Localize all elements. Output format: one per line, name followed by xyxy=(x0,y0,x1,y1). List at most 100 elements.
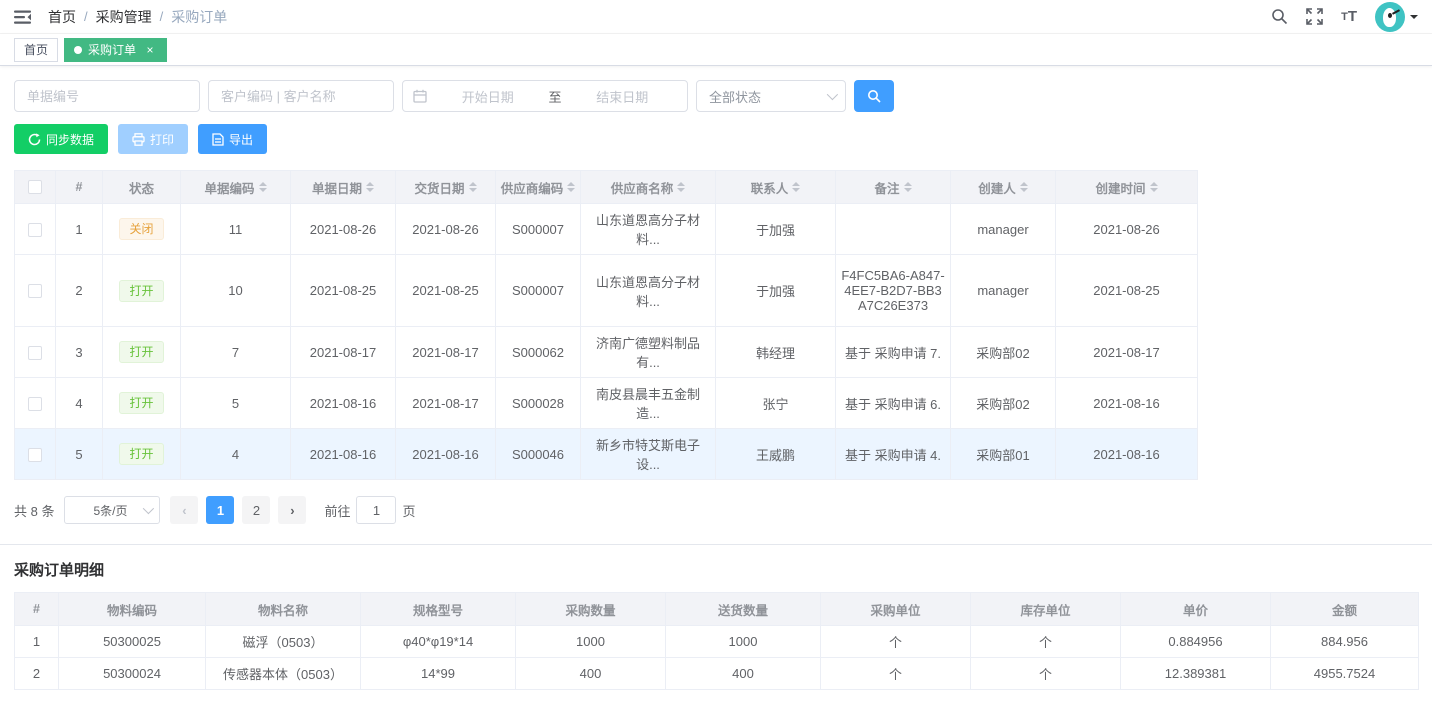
sort-icon[interactable] xyxy=(366,178,374,196)
cell-material-name: 传感器本体（0503） xyxy=(206,658,361,690)
search-button[interactable] xyxy=(854,80,894,112)
cell-status: 打开 xyxy=(103,255,181,327)
cell-supplier-name: 山东道恩高分子材料... xyxy=(581,255,716,327)
row-checkbox[interactable] xyxy=(28,397,42,411)
orders-table: # 状态 单据编码 单据日期 交货日期 供应商编码 供应商名称 联系人 备注 创… xyxy=(14,170,1198,480)
status-select[interactable]: 全部状态 xyxy=(696,80,846,112)
sort-icon[interactable] xyxy=(1020,178,1028,196)
status-select-value: 全部状态 xyxy=(709,87,827,106)
end-date-placeholder[interactable]: 结束日期 xyxy=(568,87,678,106)
next-page-button[interactable]: › xyxy=(278,496,306,524)
order-row[interactable]: 4 打开 5 2021-08-16 2021-08-17 S000028 南皮县… xyxy=(15,378,1198,429)
cell-amount: 884.956 xyxy=(1271,626,1419,658)
detail-header-row: # 物料编码 物料名称 规格型号 采购数量 送货数量 采购单位 库存单位 单价 … xyxy=(15,593,1419,626)
cell-delivery-date: 2021-08-26 xyxy=(396,204,496,255)
cell-supplier-name: 新乡市特艾斯电子设... xyxy=(581,429,716,480)
search-icon[interactable] xyxy=(1271,8,1288,25)
goto-page-input[interactable] xyxy=(356,496,396,524)
cell-stock-unit: 个 xyxy=(971,658,1121,690)
sort-icon[interactable] xyxy=(259,178,267,196)
navbar: 首页 / 采购管理 / 采购订单 TT xyxy=(0,0,1432,34)
col-purchase-qty: 采购数量 xyxy=(516,593,666,626)
col-delivery-date[interactable]: 交货日期 xyxy=(396,171,496,204)
col-created-time[interactable]: 创建时间 xyxy=(1056,171,1198,204)
print-label: 打印 xyxy=(150,131,174,148)
page-size-select[interactable]: 5条/页 xyxy=(64,496,160,524)
close-tab-icon[interactable]: × xyxy=(143,43,157,57)
col-supplier-code[interactable]: 供应商编码 xyxy=(496,171,581,204)
sort-icon[interactable] xyxy=(469,178,477,196)
start-date-placeholder[interactable]: 开始日期 xyxy=(433,87,543,106)
col-supplier-name[interactable]: 供应商名称 xyxy=(581,171,716,204)
col-doc-code[interactable]: 单据编码 xyxy=(181,171,291,204)
detail-row[interactable]: 1 50300025 磁浮（0503） φ40*φ19*14 1000 1000… xyxy=(15,626,1419,658)
row-checkbox[interactable] xyxy=(28,448,42,462)
date-range-picker[interactable]: 开始日期 至 结束日期 xyxy=(402,80,688,112)
cell-delivery-date: 2021-08-17 xyxy=(396,327,496,378)
cell-created-time: 2021-08-16 xyxy=(1056,429,1198,480)
main-content: 开始日期 至 结束日期 全部状态 同步数据 打印 xyxy=(0,66,1432,705)
col-contact[interactable]: 联系人 xyxy=(716,171,836,204)
col-stock-unit: 库存单位 xyxy=(971,593,1121,626)
page-button-2[interactable]: 2 xyxy=(242,496,270,524)
prev-page-button[interactable]: ‹ xyxy=(170,496,198,524)
breadcrumb-home[interactable]: 首页 xyxy=(48,7,76,27)
goto-label: 前往 xyxy=(324,501,350,520)
cell-remark: 基于 采购申请 6. xyxy=(836,378,951,429)
fullscreen-icon[interactable] xyxy=(1306,8,1323,25)
sort-icon[interactable] xyxy=(792,178,800,196)
breadcrumb-purchase-management[interactable]: 采购管理 xyxy=(96,7,152,27)
cell-creator: manager xyxy=(951,255,1056,327)
col-index: # xyxy=(56,171,103,204)
customer-input[interactable] xyxy=(208,80,394,112)
cell-supplier-name: 山东道恩高分子材料... xyxy=(581,204,716,255)
active-dot-icon xyxy=(74,46,82,54)
cell-doc-code: 11 xyxy=(181,204,291,255)
sort-icon[interactable] xyxy=(1150,178,1158,196)
row-checkbox[interactable] xyxy=(28,223,42,237)
cell-created-time: 2021-08-17 xyxy=(1056,327,1198,378)
export-button[interactable]: 导出 xyxy=(198,124,267,154)
row-checkbox[interactable] xyxy=(28,284,42,298)
chevron-down-icon xyxy=(827,89,838,100)
col-doc-date[interactable]: 单据日期 xyxy=(291,171,396,204)
font-size-icon[interactable]: TT xyxy=(1341,8,1357,25)
col-creator[interactable]: 创建人 xyxy=(951,171,1056,204)
col-spec: 规格型号 xyxy=(361,593,516,626)
sort-icon[interactable] xyxy=(677,178,685,196)
tab-purchase-order[interactable]: 采购订单 × xyxy=(64,38,167,62)
sort-icon[interactable] xyxy=(567,178,575,196)
avatar[interactable] xyxy=(1375,2,1405,32)
doc-no-input[interactable] xyxy=(14,80,200,112)
row-checkbox[interactable] xyxy=(28,346,42,360)
total-count: 共 8 条 xyxy=(14,501,54,520)
col-index: # xyxy=(15,593,59,626)
cell-supplier-code: S000007 xyxy=(496,255,581,327)
cell-delivery-date: 2021-08-17 xyxy=(396,378,496,429)
order-row[interactable]: 2 打开 10 2021-08-25 2021-08-25 S000007 山东… xyxy=(15,255,1198,327)
cell-status: 关闭 xyxy=(103,204,181,255)
breadcrumb-separator: / xyxy=(84,9,88,24)
print-button[interactable]: 打印 xyxy=(118,124,188,154)
hamburger-icon[interactable] xyxy=(14,9,32,25)
user-menu[interactable] xyxy=(1375,2,1418,32)
tab-home[interactable]: 首页 xyxy=(14,38,58,62)
sort-icon[interactable] xyxy=(904,178,912,196)
order-row-selected[interactable]: 5 打开 4 2021-08-16 2021-08-16 S000046 新乡市… xyxy=(15,429,1198,480)
cell-stock-unit: 个 xyxy=(971,626,1121,658)
sync-data-button[interactable]: 同步数据 xyxy=(14,124,108,154)
caret-down-icon xyxy=(1410,15,1418,23)
col-remark[interactable]: 备注 xyxy=(836,171,951,204)
cell-material-name: 磁浮（0503） xyxy=(206,626,361,658)
order-row[interactable]: 3 打开 7 2021-08-17 2021-08-17 S000062 济南广… xyxy=(15,327,1198,378)
select-all-checkbox[interactable] xyxy=(28,180,42,194)
cell-purchase-unit: 个 xyxy=(821,626,971,658)
cell-created-time: 2021-08-26 xyxy=(1056,204,1198,255)
detail-row[interactable]: 2 50300024 传感器本体（0503） 14*99 400 400 个 个… xyxy=(15,658,1419,690)
navbar-actions: TT xyxy=(1271,2,1418,32)
cell-supplier-code: S000028 xyxy=(496,378,581,429)
cell-spec: φ40*φ19*14 xyxy=(361,626,516,658)
page-button-1[interactable]: 1 xyxy=(206,496,234,524)
order-row[interactable]: 1 关闭 11 2021-08-26 2021-08-26 S000007 山东… xyxy=(15,204,1198,255)
cell-doc-date: 2021-08-17 xyxy=(291,327,396,378)
